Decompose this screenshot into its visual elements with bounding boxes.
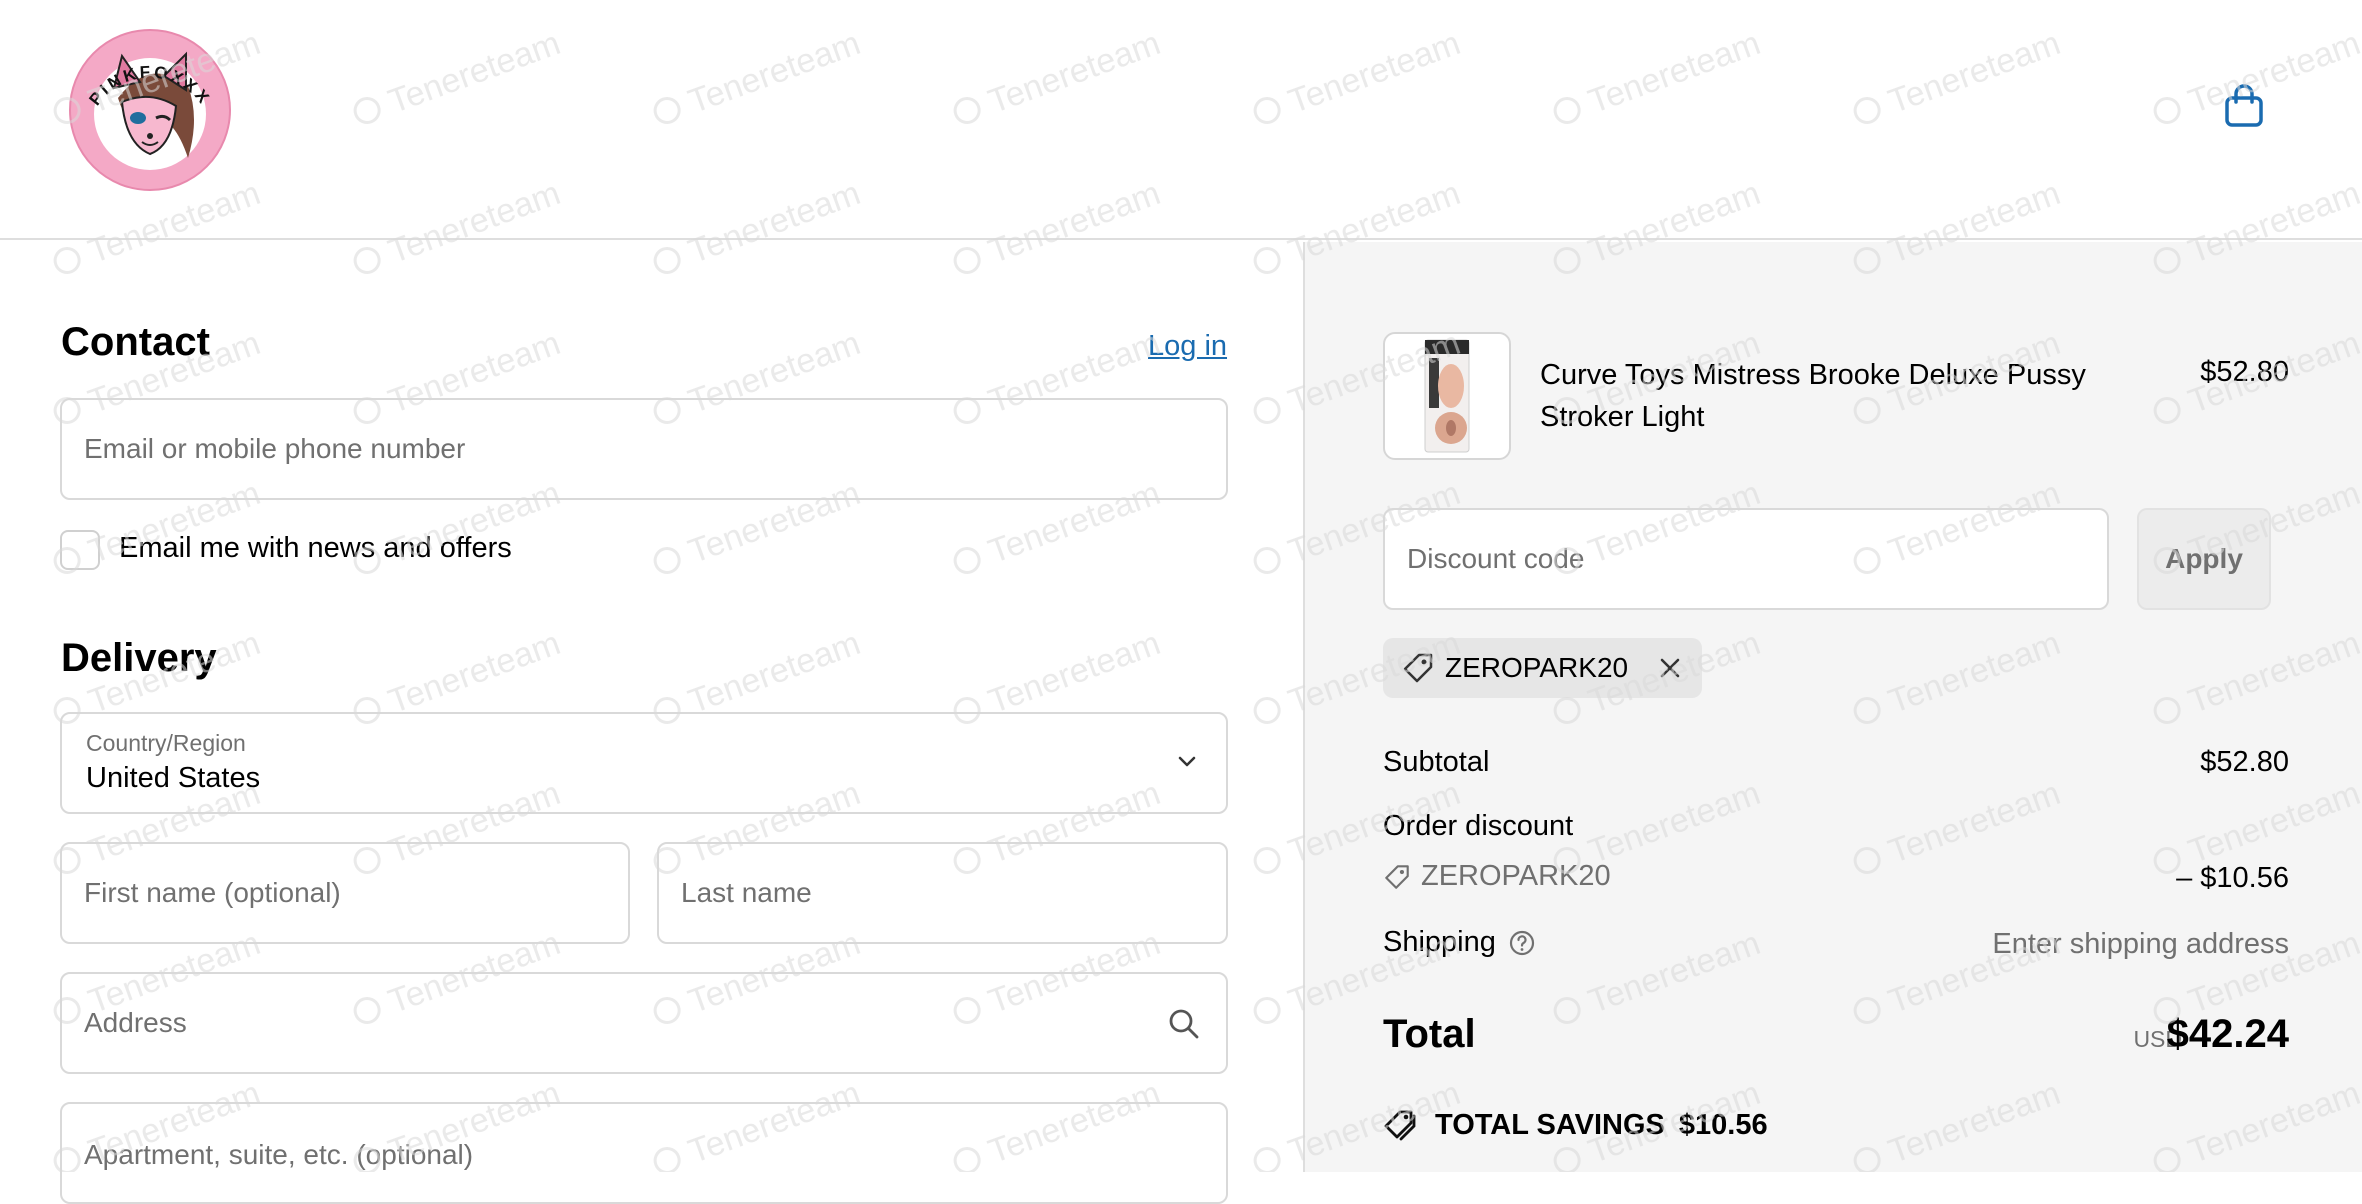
total-amount: $42.24 (2166, 1012, 2289, 1056)
cart-button[interactable] (2218, 80, 2270, 132)
tag-icon (1385, 864, 1409, 889)
product-price: $52.80 (2200, 356, 2289, 388)
last-name-placeholder: Last name (681, 877, 812, 908)
newsletter-checkbox[interactable] (60, 530, 100, 570)
tag-icon (1403, 653, 1433, 683)
country-label: Country/Region (86, 730, 246, 756)
apartment-field[interactable]: Apartment, suite, etc. (optional) (60, 1102, 1228, 1204)
store-logo[interactable]: PINKFOXXX (68, 28, 232, 192)
savings-tag-icon (1384, 1110, 1416, 1141)
svg-text:PINKFOXXX: PINKFOXXX (85, 62, 214, 109)
order-discount-value: – $10.56 (2176, 862, 2289, 894)
discount-code-field[interactable]: Discount code (1383, 508, 2109, 610)
last-name-field[interactable]: Last name (657, 842, 1228, 944)
delivery-heading: Delivery (61, 636, 217, 680)
country-select[interactable]: Country/Region United States (60, 712, 1228, 814)
total-label: Total (1383, 1012, 1476, 1056)
site-header: PINKFOXXX (0, 0, 2362, 240)
email-field[interactable]: Email or mobile phone number (60, 398, 1228, 500)
email-placeholder: Email or mobile phone number (84, 433, 466, 464)
login-link[interactable]: Log in (1148, 330, 1227, 363)
apartment-placeholder: Apartment, suite, etc. (optional) (84, 1139, 474, 1170)
checkout-form: Contact Log in Email or mobile phone num… (0, 242, 1303, 1204)
help-icon[interactable] (1508, 929, 1536, 957)
subtotal-label: Subtotal (1383, 746, 1490, 778)
close-icon (1660, 658, 1680, 678)
address-field[interactable]: Address (60, 972, 1228, 1074)
shipping-value: Enter shipping address (1992, 928, 2289, 960)
newsletter-label[interactable]: Email me with news and offers (119, 532, 512, 565)
product-name: Curve Toys Mistress Brooke Deluxe Pussy … (1540, 359, 2086, 433)
total-savings-label: TOTAL SAVINGS (1435, 1108, 1665, 1141)
order-discount-label: Order discount (1383, 810, 1574, 842)
discount-placeholder: Discount code (1407, 543, 1585, 574)
total-savings: TOTAL SAVINGS $10.56 (1383, 1108, 1768, 1142)
shipping-row: Shipping (1383, 926, 1536, 959)
chevron-down-icon (1178, 756, 1196, 767)
product-thumbnail (1383, 332, 1511, 460)
contact-heading: Contact (61, 320, 210, 364)
applied-discount-code: ZEROPARK20 (1445, 652, 1629, 683)
shipping-label: Shipping (1383, 926, 1496, 958)
first-name-field[interactable]: First name (optional) (60, 842, 630, 944)
apply-discount-button[interactable]: Apply (2137, 508, 2271, 610)
remove-discount-button[interactable] (1658, 656, 1682, 680)
search-icon (1169, 1009, 1199, 1039)
total-savings-value: $10.56 (1678, 1108, 1768, 1141)
order-discount-code-row: ZEROPARK20 (1383, 860, 1611, 893)
subtotal-value: $52.80 (2200, 746, 2289, 778)
order-discount-code: ZEROPARK20 (1421, 860, 1611, 892)
logo-text-ring: PINKFOXXX (85, 62, 214, 109)
applied-discount-tag: ZEROPARK20 (1383, 638, 1703, 698)
shopping-bag-icon (2225, 84, 2263, 127)
country-value: United States (86, 762, 261, 794)
address-placeholder: Address (84, 1007, 187, 1038)
first-name-placeholder: First name (optional) (84, 877, 341, 908)
order-summary: Curve Toys Mistress Brooke Deluxe Pussy … (1303, 242, 2362, 1172)
product-image (1424, 339, 1470, 453)
